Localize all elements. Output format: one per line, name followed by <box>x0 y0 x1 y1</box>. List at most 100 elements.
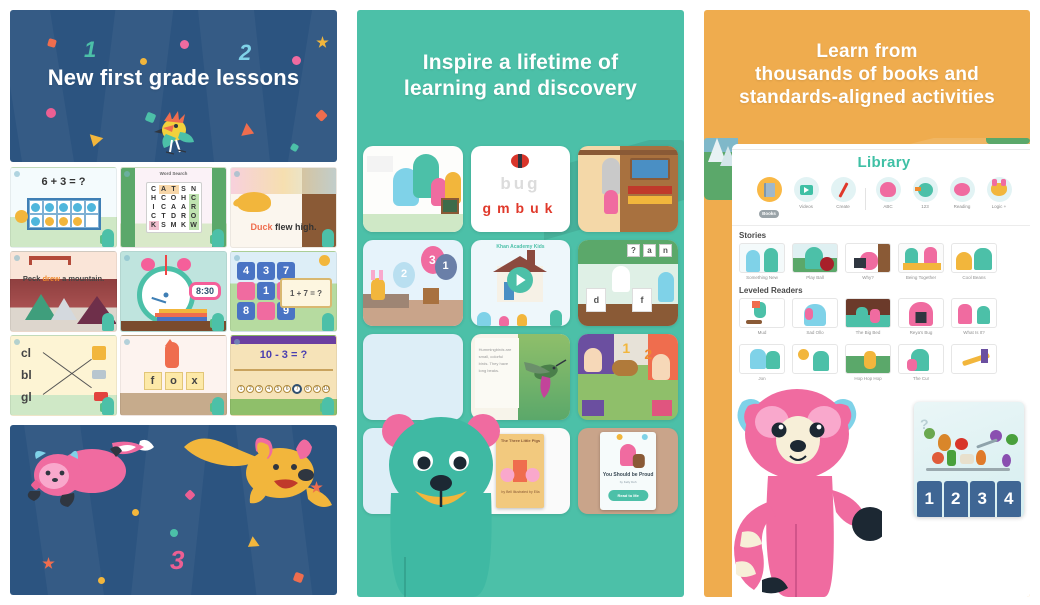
treehouse-scene-card[interactable] <box>578 146 678 232</box>
number-line-point[interactable]: 1 <box>237 385 245 393</box>
nav-item-logic[interactable]: Logic + <box>984 177 1014 210</box>
number-line-point[interactable]: 10 <box>321 385 330 393</box>
panel2-title-line1: Inspire a lifetime of <box>422 51 619 74</box>
book-item[interactable]: The Big Bed <box>845 298 891 336</box>
number-card[interactable]: 1 <box>917 481 942 517</box>
book-item[interactable] <box>951 344 997 382</box>
book-item[interactable]: Sad Ollo <box>792 298 838 336</box>
bug-spelling-card[interactable]: bu g gmbuk <box>470 146 571 232</box>
tile-badge-icon <box>234 339 240 345</box>
book-item[interactable]: Why? <box>845 243 891 281</box>
number-card[interactable]: 3 <box>970 481 995 517</box>
read-to-me-button[interactable]: Read to Me <box>608 490 648 501</box>
nav-item-create[interactable]: Create <box>828 177 858 210</box>
book-item[interactable]: Cool Beans <box>951 243 997 281</box>
number-line-point-selected[interactable]: 7 <box>292 384 303 394</box>
number-line-point[interactable]: 5 <box>273 385 282 393</box>
blend-label[interactable]: cl <box>21 346 31 360</box>
lesson-tile-peck-drawing[interactable]: Peck drew a mountain. <box>10 251 117 332</box>
word-slot[interactable]: ? <box>626 244 640 257</box>
library-category-nav[interactable]: Books Videos Create ABC 123 Reading Logi… <box>732 177 1030 226</box>
number-line-point[interactable]: 6 <box>283 385 292 393</box>
book-item[interactable]: Something New <box>739 243 785 281</box>
lesson-tile-word-search[interactable]: Word Search CATSN HCOHC ICAAR CTDRO KSMK… <box>120 167 227 248</box>
letter-tile[interactable]: x <box>185 372 204 390</box>
number-card[interactable]: 4 <box>996 481 1021 517</box>
lesson-tile-duck-sentence[interactable]: Duck flew high. <box>230 167 337 248</box>
number-line-point[interactable]: 3 <box>255 385 264 393</box>
book-row[interactable]: Something New Play Ball Why? Being Toget… <box>739 243 1029 281</box>
numpad-key[interactable]: 3 <box>257 262 275 280</box>
book-title: Sad Ollo <box>806 330 824 335</box>
counting-activity[interactable]: ? 1 2 3 4 <box>914 402 1024 517</box>
lesson-tile-blends[interactable]: cl bl gl <box>10 335 117 416</box>
book-item[interactable]: What Is It? <box>951 298 997 336</box>
number-card[interactable]: 2 <box>943 481 968 517</box>
nav-item-abc[interactable]: ABC <box>873 177 903 210</box>
letter-tile[interactable]: f <box>143 372 162 390</box>
number-line-point[interactable]: 4 <box>264 385 273 393</box>
panel-new-first-grade[interactable]: 1 2 New first grade lessons 6 + 3 = ? Wo… <box>0 0 347 605</box>
video-play-card[interactable]: Khan Academy Kids <box>470 240 571 326</box>
match-target[interactable] <box>92 346 106 360</box>
story-characters-card[interactable] <box>363 146 463 232</box>
number-line-point[interactable]: 8 <box>303 385 312 393</box>
numpad-key[interactable]: 4 <box>237 262 255 280</box>
bug-letter-choices[interactable]: gmbuk <box>471 200 571 216</box>
panel-inspire-lifetime[interactable]: Inspire a lifetime of learning and disco… <box>347 0 694 605</box>
nav-item-videos[interactable]: Videos <box>791 177 821 210</box>
equation-board: 1 + 7 = ? <box>280 278 332 308</box>
lesson-tile-number-line[interactable]: 10 - 3 = ? 1 2 3 4 5 6 7 8 9 10 <box>230 335 337 416</box>
lesson-tile-ten-frame[interactable]: 6 + 3 = ? <box>10 167 117 248</box>
lesson-tile-clock[interactable]: 8:30 <box>120 251 227 332</box>
word-slot[interactable]: n <box>658 244 672 257</box>
letter-choice[interactable]: g <box>483 200 498 216</box>
book-item[interactable]: The Cur <box>898 344 944 382</box>
numpad-key[interactable]: 8 <box>237 302 255 320</box>
letter-tile[interactable]: o <box>164 372 183 390</box>
number-cards[interactable]: 1 2 3 4 <box>914 481 1024 517</box>
you-should-be-proud-book[interactable]: You Should be Proud by Kelly Doh Read to… <box>578 428 678 514</box>
letter-stump[interactable]: d <box>586 288 607 312</box>
book-item[interactable]: Reya's Bug <box>898 298 944 336</box>
nav-item-reading[interactable]: Reading <box>947 177 977 210</box>
number-line[interactable]: 1 2 3 4 5 6 7 8 9 10 <box>237 384 330 394</box>
panel3-title: Learn from thousands of books and standa… <box>704 40 1030 110</box>
number-line-point[interactable]: 9 <box>312 385 321 393</box>
match-target[interactable] <box>92 370 106 379</box>
numpad-key[interactable]: 1 <box>257 282 275 300</box>
numpad-key-pig[interactable] <box>237 282 255 300</box>
nav-item-123[interactable]: 123 <box>910 177 940 210</box>
word-slots[interactable]: ? a n <box>626 244 672 257</box>
letter-choice[interactable]: b <box>516 200 531 216</box>
panel-learn-from-thousands[interactable]: Learn from thousands of books and standa… <box>694 0 1040 605</box>
lesson-tile-fox-spelling[interactable]: f o x <box>120 335 227 416</box>
blend-label[interactable]: bl <box>21 368 32 382</box>
letter-choice[interactable]: m <box>497 200 515 216</box>
confetti-dot <box>140 58 147 65</box>
letter-choice[interactable]: u <box>530 200 545 216</box>
book-row[interactable]: Mud Sad Ollo The Big Bed Reya's Bug What… <box>739 298 1029 336</box>
book-thumbnail <box>951 243 997 273</box>
book-item[interactable]: Mud <box>739 298 785 336</box>
book-item[interactable]: Being Together <box>898 243 944 281</box>
blend-label[interactable]: gl <box>21 390 32 404</box>
letter-tiles[interactable]: f o x <box>143 372 204 390</box>
panel3-content: Library Books Videos Create ABC 123 Read… <box>704 138 1030 597</box>
balloon-counting-card[interactable]: 3 2 1 <box>363 240 463 326</box>
book-item[interactable]: Play Ball <box>792 243 838 281</box>
word-building-card[interactable]: ? a n d f <box>578 240 678 326</box>
word-slot[interactable]: a <box>642 244 656 257</box>
lesson-tiles-grid[interactable]: 6 + 3 = ? Word Search CATSN H C O H C I … <box>10 167 337 416</box>
lesson-tile-number-grid[interactable]: 4 3 7 1 8 9 1 + 7 = ? <box>230 251 337 332</box>
word-search-grid: CATSN HCOHC ICAAR CTDRO KSMKW <box>145 182 202 233</box>
numpad-key-pig[interactable] <box>257 302 275 320</box>
book-thumbnail <box>951 344 997 374</box>
letter-choice[interactable]: k <box>545 200 559 216</box>
book-thumbnail <box>845 243 891 273</box>
letter-stump[interactable]: f <box>631 288 652 312</box>
section-heading: Leveled Readers <box>739 286 803 295</box>
story-scene-card[interactable]: 1 2 <box>578 334 678 420</box>
nav-item-books[interactable]: Books <box>754 177 784 220</box>
number-line-point[interactable]: 2 <box>246 385 255 393</box>
